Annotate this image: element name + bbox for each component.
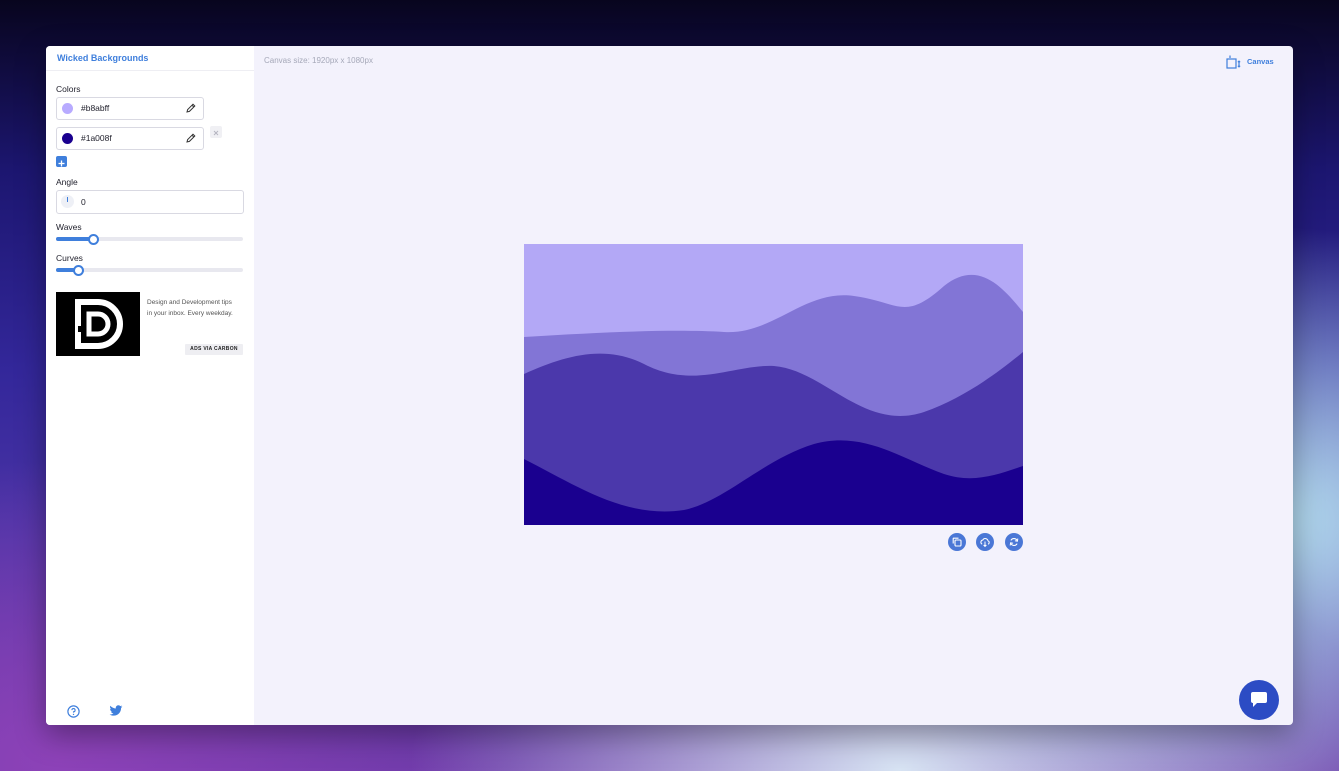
ads-via-carbon[interactable]: ADS VIA CARBON (185, 344, 243, 355)
pencil-icon[interactable] (185, 102, 197, 114)
canvas-resize-icon (1226, 55, 1241, 69)
colors-label: Colors (56, 84, 81, 94)
color-hex-1[interactable]: #b8abff (81, 103, 109, 113)
waves-label: Waves (56, 222, 82, 232)
waves-slider-handle[interactable] (88, 233, 99, 245)
color-hex-2[interactable]: #1a008f (81, 133, 112, 143)
color-swatch-2[interactable] (62, 133, 73, 144)
plus-icon (58, 160, 65, 167)
chat-icon (1251, 692, 1267, 707)
refresh-button[interactable] (1005, 533, 1023, 551)
canvas-button-label: Canvas (1247, 57, 1274, 66)
angle-input[interactable]: 0 (56, 190, 244, 214)
color-swatch-1[interactable] (62, 103, 73, 114)
download-button[interactable] (976, 533, 994, 551)
remove-color-button[interactable] (210, 126, 222, 138)
waves-slider[interactable] (56, 233, 243, 245)
add-color-button[interactable] (56, 156, 67, 167)
refresh-icon (1009, 538, 1019, 546)
ad-text[interactable]: Design and Development tips in your inbo… (147, 298, 233, 319)
wave-preview-canvas (524, 244, 1023, 525)
color-field-2[interactable]: #1a008f (56, 127, 204, 150)
twitter-icon[interactable] (109, 705, 123, 717)
close-icon (213, 130, 219, 136)
angle-dial-icon[interactable] (61, 195, 74, 208)
dd-logo (75, 299, 123, 349)
curves-slider-handle[interactable] (73, 264, 84, 276)
angle-label: Angle (56, 177, 78, 187)
copy-icon (952, 537, 962, 547)
download-icon (980, 538, 990, 547)
curves-label: Curves (56, 253, 83, 263)
app-window: Wicked Backgrounds Colors #b8abff #1a008… (46, 46, 1293, 725)
sidebar: Wicked Backgrounds Colors #b8abff #1a008… (46, 46, 254, 725)
angle-value[interactable]: 0 (81, 197, 86, 207)
divider (46, 70, 254, 71)
app-title[interactable]: Wicked Backgrounds (57, 53, 148, 63)
color-field-1[interactable]: #b8abff (56, 97, 204, 120)
chat-button[interactable] (1239, 680, 1279, 720)
canvas-size-label: Canvas size: 1920px x 1080px (264, 56, 373, 65)
curves-slider[interactable] (56, 264, 243, 276)
pencil-icon[interactable] (185, 132, 197, 144)
copy-button[interactable] (948, 533, 966, 551)
ad-image[interactable] (56, 292, 140, 356)
help-icon[interactable] (67, 705, 80, 718)
